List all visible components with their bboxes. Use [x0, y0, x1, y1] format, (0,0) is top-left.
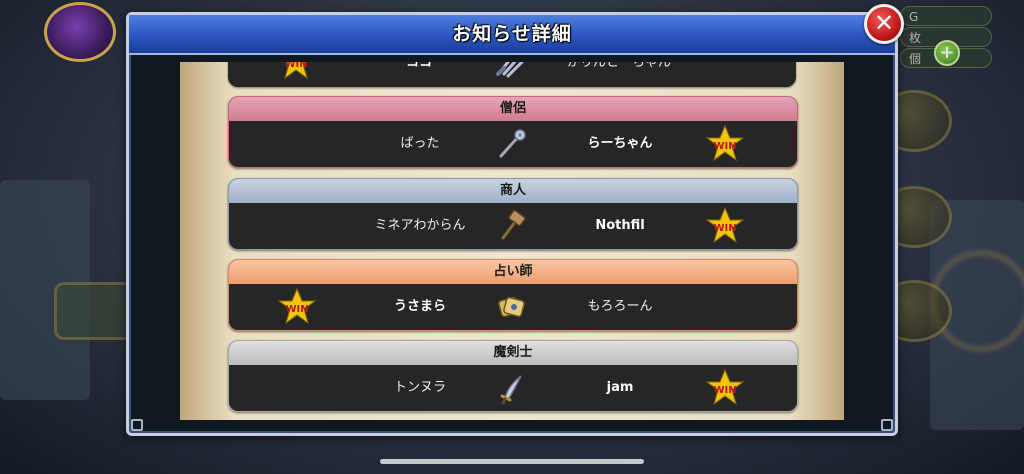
scimitar-icon: [500, 375, 522, 404]
result-card-magic-swordsman: 魔剣士 トンヌラ jam WIN: [228, 340, 798, 412]
close-button[interactable]: ✕: [864, 4, 904, 44]
results-list[interactable]: WIN ココ かりんとーちゃん 僧侶 ばった らーちゃん WIN 商人 ミネアわ…: [180, 62, 844, 420]
player-avatar[interactable]: [44, 2, 116, 62]
result-card-partial: WIN ココ かりんとーちゃん: [228, 62, 796, 87]
result-row: WIN うさまら もろろーん: [229, 284, 797, 330]
right-player-name: かりんとーちゃん: [566, 62, 671, 70]
win-badge-label: WIN: [713, 385, 736, 396]
dialog-header: お知らせ詳細: [129, 15, 895, 55]
win-badge-label: WIN: [285, 304, 308, 315]
win-badge-icon: WIN: [284, 62, 308, 80]
add-currency-button[interactable]: +: [934, 40, 960, 66]
win-badge-icon: WIN: [705, 206, 745, 244]
win-badge-label: WIN: [713, 141, 736, 152]
right-player-name: もろろーん: [587, 299, 653, 314]
right-player-name: らーちゃん: [587, 136, 653, 151]
right-player-name: Nothfil: [595, 218, 645, 233]
role-header: 魔剣士: [229, 341, 797, 365]
gold-label: G: [909, 10, 919, 24]
win-badge-icon: WIN: [277, 287, 317, 325]
claw-icon: [496, 62, 524, 78]
dialog-title: お知らせ詳細: [452, 23, 572, 45]
result-card-merchant: 商人 ミネアわからん Nothfil WIN: [228, 178, 798, 250]
item-label: 個: [909, 52, 922, 66]
win-badge-label: WIN: [284, 62, 307, 70]
close-icon: ✕: [873, 9, 895, 37]
win-badge-label: WIN: [713, 223, 736, 234]
win-badge-icon: WIN: [705, 368, 745, 406]
left-player-name: ミネアわからん: [374, 218, 466, 233]
win-badge-icon: WIN: [705, 124, 745, 162]
role-header: 占い師: [229, 260, 797, 284]
left-player-name: うさまら: [393, 299, 446, 314]
role-header: 僧侶: [229, 97, 797, 121]
corner-ornament-br: [881, 419, 893, 431]
hammer-icon: [501, 210, 526, 240]
tarot-card-icon: [498, 296, 525, 318]
result-row: WIN ココ かりんとーちゃん: [228, 62, 796, 87]
result-row: ばった らーちゃん WIN: [229, 121, 797, 167]
corner-ornament-bl: [131, 419, 143, 431]
right-player-name: jam: [606, 380, 634, 395]
background-exchange-button[interactable]: [54, 282, 134, 340]
gold-counter: G: [900, 6, 992, 26]
left-player-name: トンヌラ: [393, 380, 446, 395]
result-row: ミネアわからん Nothfil WIN: [229, 203, 797, 249]
left-player-name: ばった: [400, 136, 440, 151]
result-row: トンヌラ jam WIN: [229, 365, 797, 411]
medal-label: 枚: [909, 31, 922, 45]
result-card-fortune-teller: 占い師 WIN うさまら もろろーん: [228, 259, 798, 331]
left-player-name: ココ: [405, 62, 432, 70]
role-header: 商人: [229, 179, 797, 203]
home-indicator[interactable]: [380, 459, 644, 464]
result-card-priest: 僧侶 ばった らーちゃん WIN: [228, 96, 798, 168]
staff-icon: [499, 129, 526, 158]
